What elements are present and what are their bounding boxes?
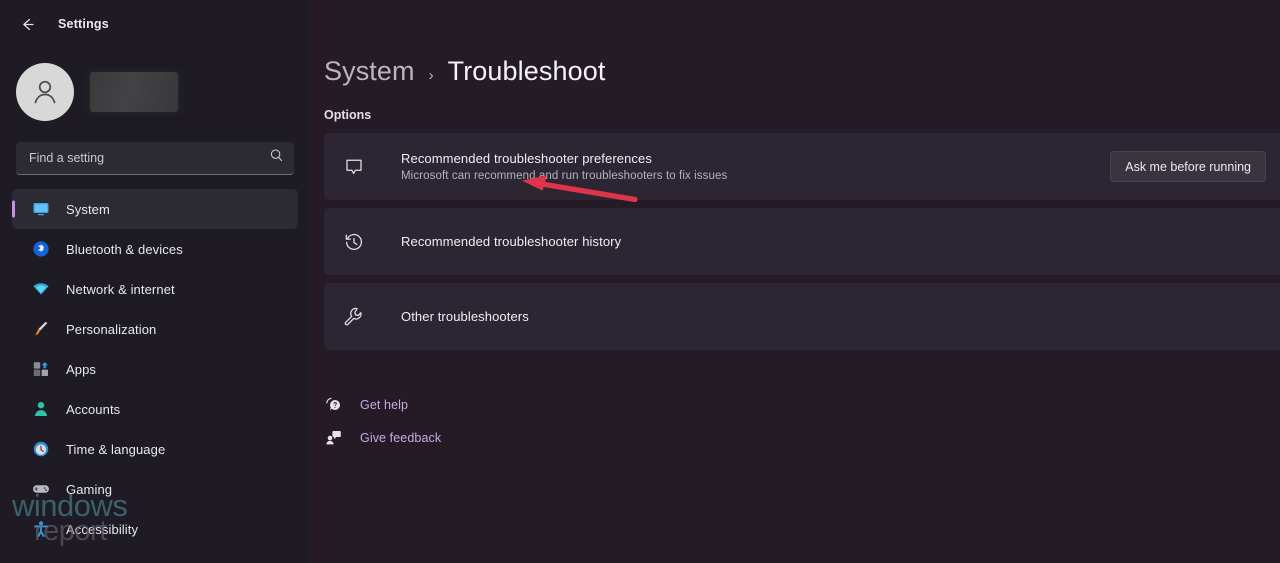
help-bubble-icon (324, 396, 342, 414)
paintbrush-icon (32, 320, 50, 338)
account-name-redacted (90, 72, 178, 112)
sidebar-item-personalization[interactable]: Personalization (12, 309, 298, 349)
sidebar-item-time-language[interactable]: Time & language (12, 429, 298, 469)
gamepad-icon (32, 480, 50, 498)
title-bar: Settings (0, 0, 310, 48)
card-title: Recommended troubleshooter preferences (401, 151, 1110, 166)
sidebar-item-bluetooth-devices[interactable]: Bluetooth & devices (12, 229, 298, 269)
card-recommended-troubleshooter-history[interactable]: Recommended troubleshooter history (324, 208, 1280, 275)
person-icon (32, 400, 50, 418)
sidebar-item-label: System (66, 202, 110, 217)
sidebar-item-accessibility[interactable]: Accessibility (12, 509, 298, 549)
accessibility-icon (32, 520, 50, 538)
sidebar-item-label: Personalization (66, 322, 156, 337)
avatar (16, 63, 74, 121)
search-icon[interactable] (269, 148, 284, 168)
card-title: Recommended troubleshooter history (401, 234, 1266, 249)
card-text: Recommended troubleshooter preferences M… (401, 151, 1110, 182)
page-title: Troubleshoot (448, 56, 606, 87)
bluetooth-icon (32, 240, 50, 258)
link-label: Give feedback (360, 431, 441, 445)
sidebar-item-label: Gaming (66, 482, 112, 497)
sidebar-item-label: Network & internet (66, 282, 175, 297)
sidebar-item-apps[interactable]: Apps (12, 349, 298, 389)
sidebar-nav: System Bluetooth & devices (0, 189, 310, 549)
clock-icon (32, 440, 50, 458)
sidebar-item-accounts[interactable]: Accounts (12, 389, 298, 429)
apps-grid-icon (32, 360, 50, 378)
sidebar-item-system[interactable]: System (12, 189, 298, 229)
link-get-help[interactable]: Get help (324, 388, 1280, 421)
footer-links: Get help Give feedback (310, 388, 1280, 454)
sidebar-item-label: Bluetooth & devices (66, 242, 183, 257)
chevron-right-icon: › (429, 67, 434, 84)
sidebar-item-gaming[interactable]: Gaming (12, 469, 298, 509)
sidebar-item-label: Accounts (66, 402, 120, 417)
monitor-icon (32, 200, 50, 218)
card-title: Other troubleshooters (401, 309, 1266, 324)
back-arrow-icon[interactable] (12, 9, 42, 39)
section-label: Options (310, 87, 1280, 122)
feedback-person-icon (324, 429, 342, 447)
dropdown-value: Ask me before running (1125, 160, 1251, 174)
speech-bubble-icon (342, 155, 366, 179)
breadcrumb-parent[interactable]: System (324, 56, 415, 87)
search-input[interactable] (29, 151, 269, 165)
app-title: Settings (58, 17, 109, 31)
options-list: Recommended troubleshooter preferences M… (310, 133, 1280, 350)
account-row[interactable] (0, 48, 310, 126)
wifi-icon (32, 280, 50, 298)
sidebar-item-network-internet[interactable]: Network & internet (12, 269, 298, 309)
sidebar-item-label: Time & language (66, 442, 165, 457)
link-give-feedback[interactable]: Give feedback (324, 421, 1280, 454)
breadcrumb: System › Troubleshoot (310, 0, 1280, 87)
sidebar-item-label: Apps (66, 362, 96, 377)
main-content: System › Troubleshoot Options Recommende… (310, 0, 1280, 563)
wrench-icon (342, 305, 366, 329)
sidebar-item-label: Accessibility (66, 522, 138, 537)
card-text: Recommended troubleshooter history (401, 234, 1266, 249)
recommended-preferences-dropdown[interactable]: Ask me before running (1110, 151, 1266, 182)
search-box[interactable] (16, 142, 294, 175)
card-recommended-troubleshooter-preferences[interactable]: Recommended troubleshooter preferences M… (324, 133, 1280, 200)
settings-window: Settings (0, 0, 1280, 563)
card-text: Other troubleshooters (401, 309, 1266, 324)
card-other-troubleshooters[interactable]: Other troubleshooters (324, 283, 1280, 350)
link-label: Get help (360, 398, 408, 412)
card-subtitle: Microsoft can recommend and run troubles… (401, 170, 1110, 182)
history-clock-icon (342, 230, 366, 254)
sidebar: Settings (0, 0, 310, 563)
